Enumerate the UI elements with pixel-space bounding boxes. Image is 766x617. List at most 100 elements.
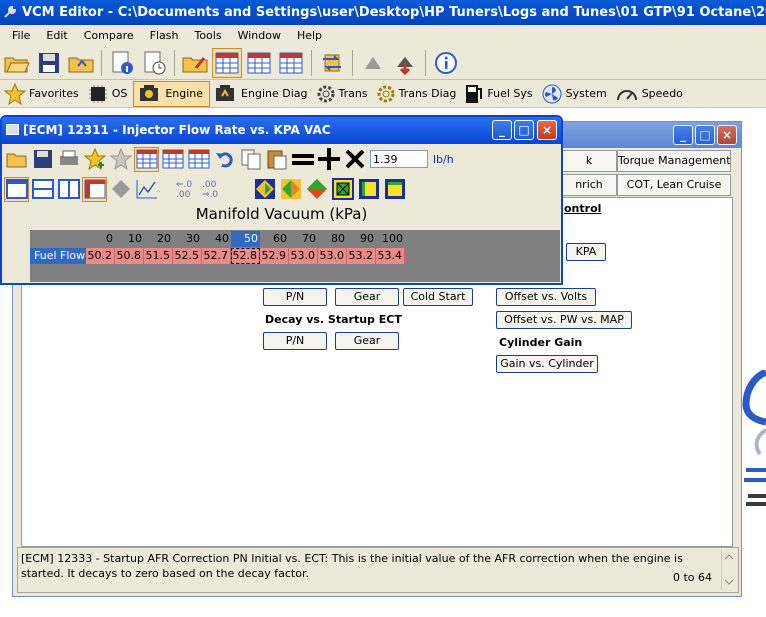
table-view-button[interactable] bbox=[212, 47, 242, 78]
write-button[interactable] bbox=[390, 48, 420, 78]
graph-view-button[interactable] bbox=[134, 177, 159, 202]
open-folder-button[interactable] bbox=[66, 48, 96, 78]
minimize-button[interactable]: _ bbox=[673, 125, 693, 145]
table-open-button[interactable] bbox=[4, 147, 29, 172]
module-speedo[interactable]: Speedo bbox=[613, 81, 689, 107]
increase-decimals-button[interactable]: .00 ⇒.0 bbox=[199, 177, 224, 202]
menu-tools[interactable]: Tools bbox=[186, 29, 229, 42]
tab-k[interactable]: k bbox=[561, 150, 617, 172]
decay-gear-button[interactable]: Gear bbox=[335, 332, 399, 350]
file-history-button[interactable] bbox=[139, 48, 169, 78]
table-cell-100[interactable]: 53.4 bbox=[376, 248, 405, 264]
cold-start-button[interactable]: Cold Start bbox=[403, 288, 473, 306]
multiply-button[interactable] bbox=[342, 147, 367, 172]
column-header-50[interactable]: 50 bbox=[231, 231, 260, 247]
maximize-button[interactable]: □ bbox=[695, 125, 715, 145]
menu-flash[interactable]: Flash bbox=[142, 29, 187, 42]
diff-table-button[interactable] bbox=[186, 147, 211, 172]
copy-button[interactable] bbox=[238, 147, 263, 172]
table-diff-button[interactable] bbox=[276, 48, 306, 78]
file-info-button[interactable] bbox=[107, 48, 137, 78]
column-header-40[interactable]: 40 bbox=[202, 231, 231, 247]
read-button[interactable] bbox=[358, 48, 388, 78]
startup-gear-button[interactable]: Gear bbox=[335, 288, 399, 306]
smooth-button[interactable] bbox=[330, 177, 355, 202]
offset-vs-volts-button[interactable]: Offset vs. Volts bbox=[496, 288, 596, 306]
table-view-toggle[interactable] bbox=[134, 146, 159, 172]
table-cell-60[interactable]: 52.9 bbox=[260, 248, 289, 264]
menu-window[interactable]: Window bbox=[230, 29, 289, 42]
menu-file[interactable]: File bbox=[4, 29, 38, 42]
decay-pn-button[interactable]: P/N bbox=[263, 332, 327, 350]
module-os[interactable]: OS bbox=[85, 81, 134, 107]
description-scrollbar[interactable] bbox=[721, 550, 736, 590]
module-engine[interactable]: Engine bbox=[133, 80, 211, 107]
open-button[interactable] bbox=[2, 48, 32, 78]
column-header-90[interactable]: 90 bbox=[347, 231, 376, 247]
kpa-button[interactable]: KPA bbox=[566, 243, 606, 261]
table-minimize-button[interactable]: _ bbox=[492, 120, 512, 140]
column-header-0[interactable]: 0 bbox=[86, 231, 115, 247]
compare-table-button[interactable] bbox=[160, 147, 185, 172]
layout-vertical-button[interactable] bbox=[56, 177, 81, 202]
table-cell-30[interactable]: 52.5 bbox=[173, 248, 202, 264]
grid-view-button[interactable] bbox=[82, 176, 107, 202]
remove-favorite-button[interactable] bbox=[108, 147, 133, 172]
undo-button[interactable] bbox=[212, 147, 237, 172]
table-cell-80[interactable]: 53.0 bbox=[318, 248, 347, 264]
interpolate-button[interactable] bbox=[252, 177, 277, 202]
save-button[interactable] bbox=[34, 48, 64, 78]
table-cell-10[interactable]: 50.8 bbox=[115, 248, 144, 264]
column-header-70[interactable]: 70 bbox=[289, 231, 318, 247]
column-header-10[interactable]: 10 bbox=[115, 231, 144, 247]
layout-horizontal-button[interactable] bbox=[30, 177, 55, 202]
table-maximize-button[interactable]: □ bbox=[514, 120, 534, 140]
edit-folder-button[interactable] bbox=[180, 48, 210, 78]
3d-view-button[interactable] bbox=[108, 177, 133, 202]
module-system[interactable]: System bbox=[539, 81, 613, 107]
table-save-button[interactable] bbox=[30, 147, 55, 172]
tab-torque-management[interactable]: Torque Management bbox=[617, 150, 731, 172]
table-cell-90[interactable]: 53.2 bbox=[347, 248, 376, 264]
paste-button[interactable] bbox=[264, 147, 289, 172]
menu-compare[interactable]: Compare bbox=[76, 29, 142, 42]
column-header-80[interactable]: 80 bbox=[318, 231, 347, 247]
close-button[interactable]: × bbox=[717, 125, 737, 145]
table-cell-0[interactable]: 50.2 bbox=[86, 248, 115, 264]
about-button[interactable] bbox=[431, 48, 461, 78]
module-trans[interactable]: Trans bbox=[314, 81, 374, 107]
set-equal-button[interactable] bbox=[290, 147, 315, 172]
tab-enrich[interactable]: nrich bbox=[561, 174, 617, 196]
module-engine-diag[interactable]: Engine Diag bbox=[210, 81, 313, 107]
column-header-30[interactable]: 30 bbox=[173, 231, 202, 247]
table-cell-40[interactable]: 52.7 bbox=[202, 248, 231, 264]
layout-single-button[interactable] bbox=[4, 176, 29, 202]
interpolate-horizontal-button[interactable] bbox=[278, 177, 303, 202]
startup-pn-button[interactable]: P/N bbox=[263, 288, 327, 306]
operation-value-input[interactable] bbox=[370, 150, 428, 168]
table-close-button[interactable]: × bbox=[537, 120, 557, 140]
row-label-fuel-flow[interactable]: Fuel Flow bbox=[30, 248, 86, 264]
module-trans-diag[interactable]: Trans Diag bbox=[374, 81, 463, 107]
column-header-100[interactable]: 100 bbox=[376, 231, 405, 247]
gain-vs-cylinder-button[interactable]: Gain vs. Cylinder bbox=[496, 355, 598, 373]
tab-cot-lean-cruise[interactable]: COT, Lean Cruise bbox=[617, 174, 731, 196]
table-print-button[interactable] bbox=[56, 147, 81, 172]
interpolate-vertical-button[interactable] bbox=[304, 177, 329, 202]
swap-button[interactable] bbox=[317, 48, 347, 78]
column-header-20[interactable]: 20 bbox=[144, 231, 173, 247]
add-value-button[interactable] bbox=[316, 147, 341, 172]
fill-button[interactable] bbox=[356, 177, 381, 202]
table-cell-70[interactable]: 53.0 bbox=[289, 248, 318, 264]
table-cell-50[interactable]: 52.8 bbox=[231, 248, 260, 264]
menu-help[interactable]: Help bbox=[289, 29, 330, 42]
module-favorites[interactable]: Favorites bbox=[2, 81, 85, 107]
column-header-60[interactable]: 60 bbox=[260, 231, 289, 247]
offset-vs-pw-map-button[interactable]: Offset vs. PW vs. MAP bbox=[496, 311, 632, 329]
decrease-decimals-button[interactable]: ⇐.0.00 bbox=[173, 177, 198, 202]
menu-edit[interactable]: Edit bbox=[38, 29, 75, 42]
module-fuel-sys[interactable]: Fuel Sys bbox=[462, 81, 538, 107]
fill-vertical-button[interactable] bbox=[382, 177, 407, 202]
add-favorite-button[interactable] bbox=[82, 147, 107, 172]
table-cell-20[interactable]: 51.5 bbox=[144, 248, 173, 264]
